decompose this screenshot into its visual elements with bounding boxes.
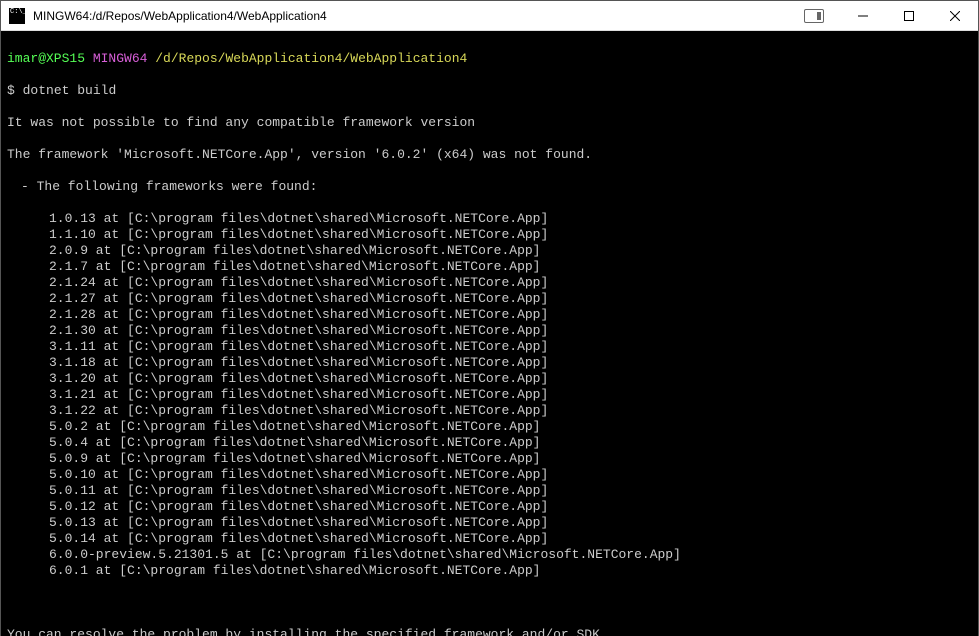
framework-item: 3.1.21 at [C:\program files\dotnet\share… (7, 387, 972, 403)
framework-item: 5.0.11 at [C:\program files\dotnet\share… (7, 483, 972, 499)
framework-item: 2.1.7 at [C:\program files\dotnet\shared… (7, 259, 972, 275)
framework-item: 2.1.30 at [C:\program files\dotnet\share… (7, 323, 972, 339)
terminal-icon (9, 8, 25, 24)
framework-item: 5.0.4 at [C:\program files\dotnet\shared… (7, 435, 972, 451)
framework-item: 6.0.1 at [C:\program files\dotnet\shared… (7, 563, 972, 579)
shell-env: MINGW64 (93, 51, 148, 66)
frameworks-list: 1.0.13 at [C:\program files\dotnet\share… (7, 211, 972, 579)
framework-item: 5.0.12 at [C:\program files\dotnet\share… (7, 499, 972, 515)
user-host: imar@XPS15 (7, 51, 85, 66)
framework-item: 5.0.13 at [C:\program files\dotnet\share… (7, 515, 972, 531)
prompt-symbol: $ (7, 83, 15, 98)
framework-item: 6.0.0-preview.5.21301.5 at [C:\program f… (7, 547, 972, 563)
framework-item: 5.0.10 at [C:\program files\dotnet\share… (7, 467, 972, 483)
output-line: It was not possible to find any compatib… (7, 115, 972, 131)
maximize-button[interactable] (886, 1, 932, 31)
framework-item: 5.0.9 at [C:\program files\dotnet\shared… (7, 451, 972, 467)
titlebar[interactable]: MINGW64:/d/Repos/WebApplication4/WebAppl… (1, 1, 978, 31)
framework-item: 2.1.24 at [C:\program files\dotnet\share… (7, 275, 972, 291)
prompt-line-1: imar@XPS15 MINGW64 /d/Repos/WebApplicati… (7, 51, 972, 67)
framework-item: 3.1.18 at [C:\program files\dotnet\share… (7, 355, 972, 371)
framework-item: 2.1.28 at [C:\program files\dotnet\share… (7, 307, 972, 323)
minimize-button[interactable] (840, 1, 886, 31)
output-line: You can resolve the problem by installin… (7, 627, 972, 636)
framework-item: 3.1.20 at [C:\program files\dotnet\share… (7, 371, 972, 387)
framework-item: 1.1.10 at [C:\program files\dotnet\share… (7, 227, 972, 243)
framework-item: 5.0.14 at [C:\program files\dotnet\share… (7, 531, 972, 547)
cwd-path: /d/Repos/WebApplication4/WebApplication4 (155, 51, 467, 66)
window-title: MINGW64:/d/Repos/WebApplication4/WebAppl… (31, 9, 804, 23)
framework-item: 5.0.2 at [C:\program files\dotnet\shared… (7, 419, 972, 435)
framework-item: 2.1.27 at [C:\program files\dotnet\share… (7, 291, 972, 307)
output-line: - The following frameworks were found: (7, 179, 972, 195)
command-text: dotnet build (23, 83, 117, 98)
framework-item: 1.0.13 at [C:\program files\dotnet\share… (7, 211, 972, 227)
terminal-output[interactable]: imar@XPS15 MINGW64 /d/Repos/WebApplicati… (1, 31, 978, 636)
tablet-mode-icon (804, 9, 824, 23)
framework-item: 2.0.9 at [C:\program files\dotnet\shared… (7, 243, 972, 259)
framework-item: 3.1.22 at [C:\program files\dotnet\share… (7, 403, 972, 419)
framework-item: 3.1.11 at [C:\program files\dotnet\share… (7, 339, 972, 355)
close-button[interactable] (932, 1, 978, 31)
window-controls (804, 1, 978, 30)
output-line: The framework 'Microsoft.NETCore.App', v… (7, 147, 972, 163)
blank-line (7, 595, 972, 611)
command-line: $ dotnet build (7, 83, 972, 99)
